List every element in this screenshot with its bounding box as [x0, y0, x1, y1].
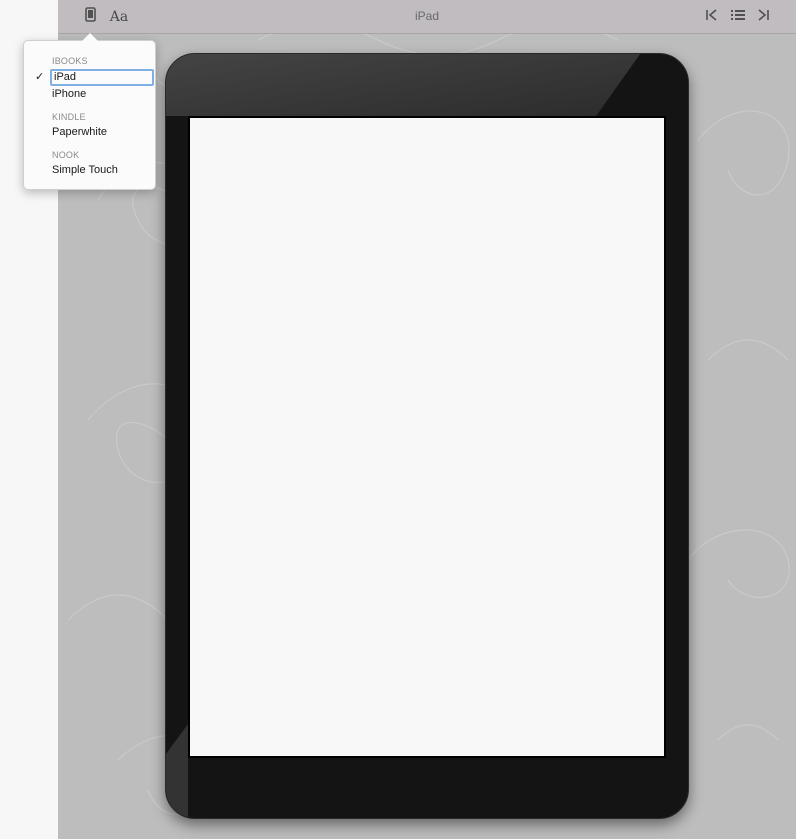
menu-item-ipad[interactable]: iPad — [50, 69, 154, 86]
table-of-contents-button[interactable] — [728, 6, 748, 28]
top-toolbar: Aa iPad — [58, 0, 796, 34]
checkmark-icon: ✓ — [35, 71, 45, 83]
menu-item-simple-touch[interactable]: Simple Touch — [52, 164, 118, 176]
menu-item-paperwhite[interactable]: Paperwhite — [52, 126, 107, 138]
menu-item-iphone[interactable]: iPhone — [52, 88, 86, 100]
popover-arrow — [82, 33, 98, 41]
last-page-button[interactable] — [755, 6, 771, 28]
page-title: iPad — [414, 9, 440, 23]
ipad-device-frame — [165, 53, 689, 819]
first-page-button[interactable] — [704, 6, 720, 28]
list-icon — [730, 8, 746, 26]
device-screen — [188, 116, 666, 758]
skip-last-icon — [756, 8, 770, 26]
skip-first-icon — [705, 8, 719, 26]
device-menu-popover: IBOOKS ✓ iPad iPhone KINDLE Paperwhite N… — [23, 33, 156, 190]
menu-group-ibooks: IBOOKS — [52, 56, 88, 66]
menu-group-nook: NOOK — [52, 150, 80, 160]
menu-group-kindle: KINDLE — [52, 112, 86, 122]
